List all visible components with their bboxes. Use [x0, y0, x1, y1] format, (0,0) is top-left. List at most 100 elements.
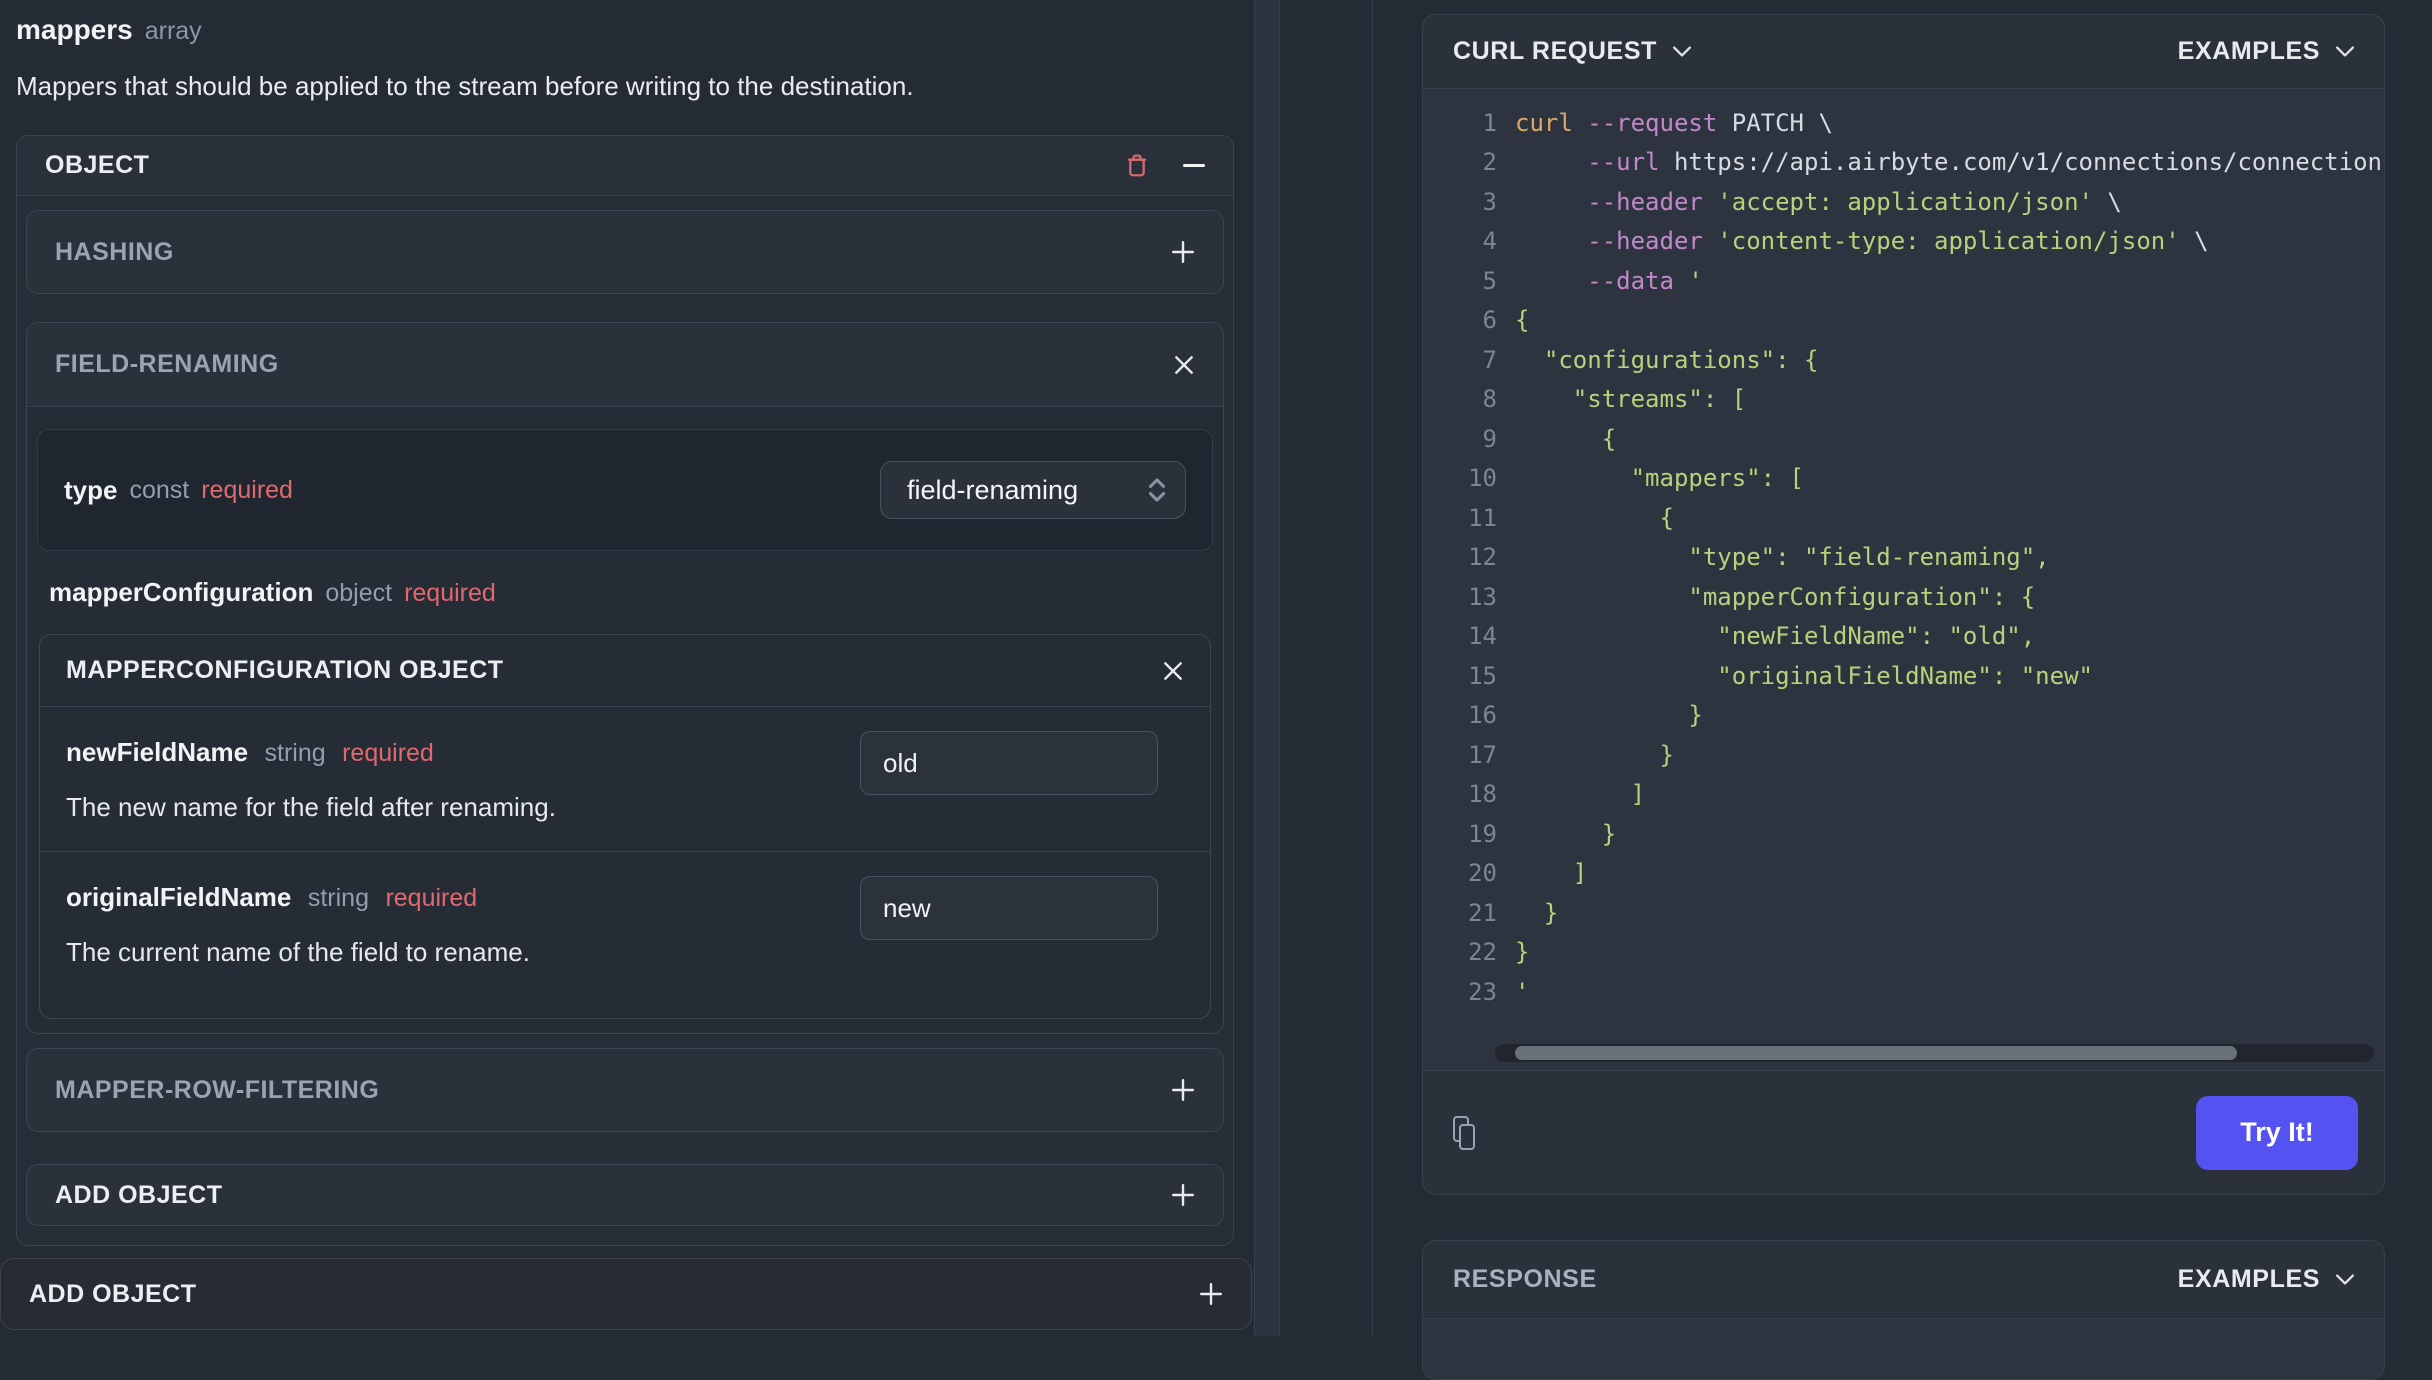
- mapper-configuration-name: mapperConfiguration: [49, 577, 314, 607]
- code-line: 4 --header 'content-type: application/js…: [1482, 227, 2209, 256]
- code-line: 1 curl --request PATCH \: [1482, 108, 1833, 137]
- curl-examples-dropdown[interactable]: EXAMPLES: [2178, 37, 2354, 66]
- remove-mapper-configuration-button[interactable]: [1162, 660, 1184, 682]
- new-field-name-label: newFieldName: [66, 737, 249, 767]
- new-field-name-input[interactable]: [860, 731, 1158, 795]
- expand-icon: [1171, 240, 1195, 264]
- collapse-icon: [1183, 164, 1205, 167]
- original-field-name-required: required: [385, 884, 478, 912]
- remove-icon: [1173, 354, 1195, 376]
- trash-icon: [1123, 151, 1151, 181]
- code-line: 6{: [1482, 306, 1530, 335]
- type-field-kind: const: [129, 475, 190, 504]
- mapper-configuration-object-header[interactable]: MAPPERCONFIGURATION OBJECT: [40, 635, 1210, 707]
- property-title-row: mappers array: [16, 14, 1234, 46]
- expand-icon: [1171, 1183, 1195, 1207]
- new-field-name-required: required: [342, 739, 434, 767]
- code-line: 10 "mappers": [: [1468, 464, 1804, 493]
- original-field-name-input[interactable]: [860, 876, 1158, 940]
- chevron-down-icon: [2336, 1274, 2354, 1285]
- code-line: 17 }: [1468, 740, 1674, 769]
- response-panel-header: RESPONSE EXAMPLES: [1423, 1241, 2384, 1319]
- code-line: 20 ]: [1468, 859, 1588, 888]
- curl-examples-label: EXAMPLES: [2177, 37, 2320, 65]
- type-field-name: type: [64, 474, 118, 505]
- schema-editor-column: mappers array Mappers that should be app…: [0, 0, 1252, 1246]
- mapper-row-filtering-section[interactable]: MAPPER-ROW-FILTERING: [26, 1048, 1224, 1132]
- curl-request-dropdown[interactable]: CURL REQUEST: [1453, 37, 1691, 66]
- response-examples-label: EXAMPLES: [2177, 1265, 2320, 1293]
- new-field-name-description: The new name for the field after renamin…: [66, 792, 556, 822]
- copy-icon: [1449, 1115, 1479, 1151]
- curl-panel-footer: Try It!: [1423, 1070, 2384, 1194]
- mapper-configuration-object-panel: MAPPERCONFIGURATION OBJECT newFieldName …: [39, 634, 1211, 1019]
- chevron-down-icon: [1672, 46, 1691, 57]
- mapper-configuration-kind: object: [325, 579, 393, 607]
- vertical-scrollbar[interactable]: [1254, 0, 1280, 1336]
- remove-icon: [1162, 660, 1184, 682]
- new-field-name-kind: string: [264, 739, 326, 767]
- response-examples-dropdown[interactable]: EXAMPLES: [2178, 1265, 2354, 1294]
- code-line: 11 {: [1468, 503, 1674, 532]
- property-type-badge: array: [144, 17, 202, 45]
- field-renaming-body: type const required field-renaming mappe…: [27, 407, 1223, 1033]
- select-stepper-icon: [1147, 477, 1167, 503]
- hashing-section-title: HASHING: [55, 237, 174, 266]
- copy-code-button[interactable]: [1449, 1115, 1479, 1151]
- hashing-section[interactable]: HASHING: [26, 210, 1224, 294]
- horizontal-scrollbar-track: [1495, 1044, 2374, 1062]
- original-field-name-row: originalFieldName string required The cu…: [40, 851, 1210, 1018]
- property-description: Mappers that should be applied to the st…: [16, 71, 914, 101]
- code-line: 13 "mapperConfiguration": {: [1468, 582, 2036, 611]
- mapper-configuration-label-row: mapperConfiguration object required: [49, 577, 1213, 608]
- curl-code-block: 1 curl --request PATCH \ 2 --url https://a…: [1423, 89, 2384, 1070]
- object-panel-title: OBJECT: [45, 151, 150, 179]
- curl-request-panel: CURL REQUEST EXAMPLES 1 curl --request PA…: [1422, 14, 2385, 1195]
- add-object-button-inner[interactable]: ADD OBJECT: [26, 1164, 1224, 1226]
- type-field-required: required: [201, 475, 293, 504]
- field-renaming-section: FIELD-RENAMING type const required field…: [26, 322, 1224, 1034]
- original-field-name-label: originalFieldName: [66, 882, 292, 912]
- mapper-row-filtering-title: MAPPER-ROW-FILTERING: [55, 1075, 380, 1104]
- object-panel-body: HASHING FIELD-RENAMING type const requir…: [17, 196, 1233, 1245]
- try-it-button[interactable]: Try It!: [2196, 1095, 2358, 1170]
- code-line: 7 "configurations": {: [1482, 345, 1819, 374]
- chevron-down-icon: [2336, 46, 2354, 57]
- field-renaming-title: FIELD-RENAMING: [55, 350, 279, 378]
- new-field-name-row: newFieldName string required The new nam…: [40, 707, 1210, 851]
- code-line: 8 "streams": [: [1482, 385, 1747, 414]
- response-body: [1423, 1319, 2384, 1379]
- code-lines: 1 curl --request PATCH \ 2 --url https://a…: [1423, 103, 2384, 1012]
- expand-icon: [1199, 1282, 1223, 1306]
- add-object-button-outer[interactable]: ADD OBJECT: [0, 1258, 1252, 1330]
- response-title: RESPONSE: [1453, 1265, 1597, 1293]
- original-field-name-kind: string: [307, 884, 369, 912]
- code-line: 9 {: [1482, 424, 1617, 453]
- object-panel-header[interactable]: OBJECT: [17, 136, 1233, 196]
- mappers-object-panel: OBJECT HASHING FIELD-RENAMING type const…: [16, 135, 1234, 1246]
- property-name: mappers: [16, 14, 133, 45]
- field-renaming-header[interactable]: FIELD-RENAMING: [27, 323, 1223, 407]
- original-field-name-description: The current name of the field to rename.: [66, 937, 530, 967]
- type-value-selected: field-renaming: [907, 474, 1079, 505]
- code-line: 12 "type": "field-renaming",: [1468, 543, 2050, 572]
- code-line: 16 }: [1468, 701, 1703, 730]
- code-line: 19 }: [1468, 819, 1617, 848]
- code-line: 5 --data ': [1482, 266, 1703, 295]
- code-line: 22}: [1468, 938, 1530, 967]
- expand-icon: [1171, 1078, 1195, 1102]
- delete-object-button[interactable]: [1123, 151, 1151, 181]
- curl-panel-header: CURL REQUEST EXAMPLES: [1423, 15, 2384, 89]
- response-panel: RESPONSE EXAMPLES: [1422, 1240, 2385, 1380]
- mapper-configuration-object-title: MAPPERCONFIGURATION OBJECT: [66, 656, 504, 684]
- column-divider: [1372, 0, 1373, 1336]
- code-line: 18 ]: [1468, 780, 1646, 809]
- type-value-select[interactable]: field-renaming: [880, 461, 1186, 519]
- add-object-outer-label: ADD OBJECT: [29, 1279, 197, 1308]
- remove-field-renaming-button[interactable]: [1173, 354, 1195, 376]
- horizontal-scrollbar-thumb[interactable]: [1515, 1046, 2237, 1060]
- code-line: 21 }: [1468, 898, 1559, 927]
- type-field-row: type const required field-renaming: [37, 429, 1213, 551]
- mapper-configuration-required: required: [404, 579, 496, 607]
- collapse-object-button[interactable]: [1183, 164, 1205, 167]
